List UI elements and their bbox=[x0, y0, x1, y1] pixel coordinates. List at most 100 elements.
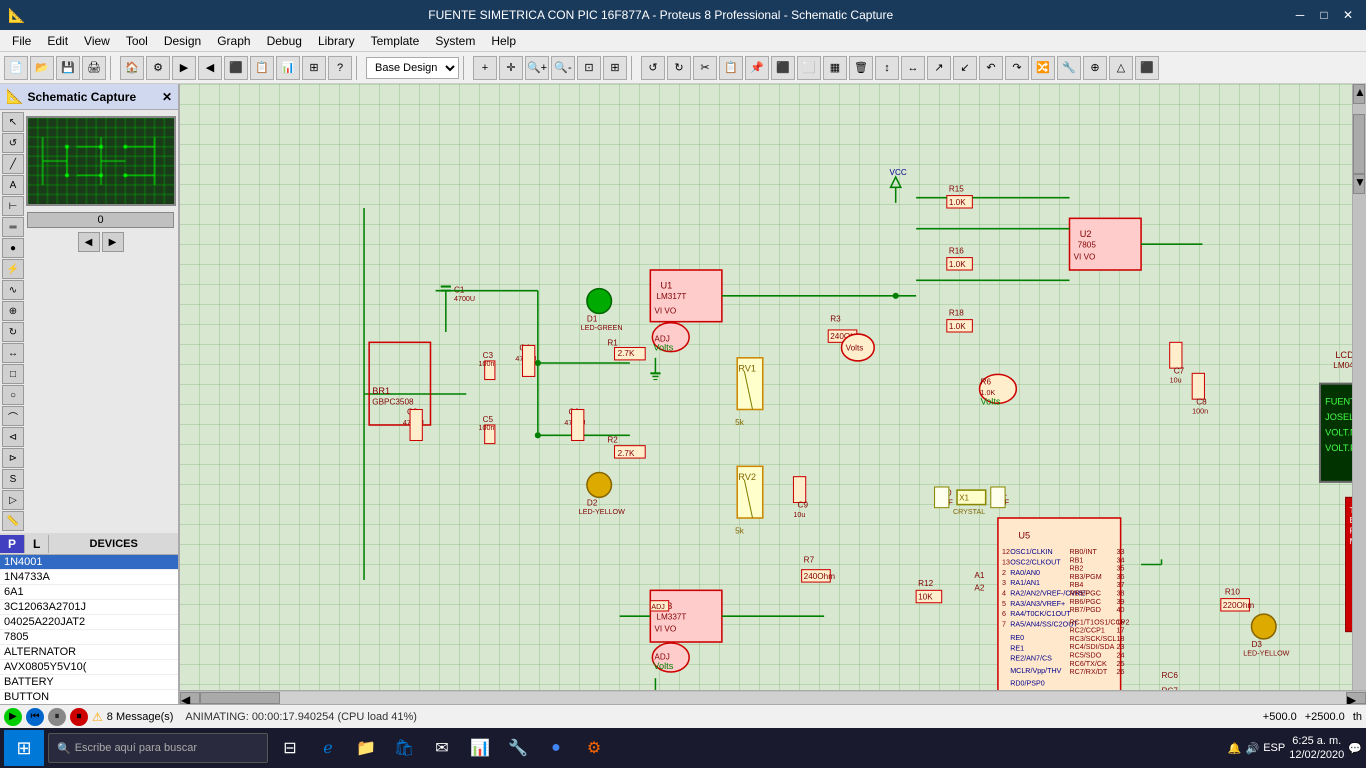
paste-btn11[interactable]: ↷ bbox=[1005, 56, 1029, 80]
minimize-button[interactable]: ─ bbox=[1290, 7, 1310, 23]
mirror-tool[interactable]: ↔ bbox=[2, 343, 24, 363]
paste-btn12[interactable]: 🔀 bbox=[1031, 56, 1055, 80]
pin-tool[interactable]: ⊢ bbox=[2, 196, 24, 216]
undo-tool[interactable]: ↺ bbox=[2, 133, 24, 153]
step-button[interactable]: ⏮ bbox=[26, 708, 44, 726]
menu-debug[interactable]: Debug bbox=[259, 32, 310, 50]
paste-btn3[interactable]: ⬜ bbox=[797, 56, 821, 80]
paste-btn5[interactable]: 🗑 bbox=[849, 56, 873, 80]
pause-button[interactable]: ⏸ bbox=[48, 708, 66, 726]
device-item[interactable]: AVX0805Y5V10( bbox=[0, 660, 178, 675]
nav-left-button[interactable]: ◀ bbox=[78, 232, 100, 252]
box-tool[interactable]: □ bbox=[2, 364, 24, 384]
store-icon[interactable]: 🛍 bbox=[386, 730, 422, 766]
menu-edit[interactable]: Edit bbox=[39, 32, 76, 50]
stop-button[interactable]: ⏹ bbox=[70, 708, 88, 726]
toolbar-btn4[interactable]: ◀ bbox=[198, 56, 222, 80]
app1-icon[interactable]: 📊 bbox=[462, 730, 498, 766]
rotate-tool[interactable]: ↻ bbox=[2, 322, 24, 342]
toolbar-btn3[interactable]: ▶ bbox=[172, 56, 196, 80]
paste-btn15[interactable]: △ bbox=[1109, 56, 1133, 80]
edge-icon[interactable]: ℯ bbox=[310, 730, 346, 766]
cross-button[interactable]: ✛ bbox=[499, 56, 523, 80]
measure-tool[interactable]: 📏 bbox=[2, 511, 24, 531]
script-tool[interactable]: S bbox=[2, 469, 24, 489]
explorer-icon[interactable]: 📁 bbox=[348, 730, 384, 766]
menu-tool[interactable]: Tool bbox=[118, 32, 156, 50]
scroll-up-button[interactable]: ▲ bbox=[1353, 84, 1365, 104]
paste-btn8[interactable]: ↗ bbox=[927, 56, 951, 80]
horizontal-scrollbar[interactable]: ◀ ▶ bbox=[180, 690, 1366, 704]
output-tool[interactable]: ⊳ bbox=[2, 448, 24, 468]
schematic-area[interactable]: BR1 GBPC3508 C1 4700U U1 LM317T VI VO AD… bbox=[180, 84, 1366, 704]
paste-button[interactable]: 📌 bbox=[745, 56, 769, 80]
paste-btn6[interactable]: ↕ bbox=[875, 56, 899, 80]
menu-system[interactable]: System bbox=[427, 32, 483, 50]
arc-tool[interactable]: ⌒ bbox=[2, 406, 24, 426]
scroll-down-button[interactable]: ▼ bbox=[1353, 174, 1365, 194]
zoom-area-button[interactable]: ⊞ bbox=[603, 56, 627, 80]
scroll-thumb[interactable] bbox=[200, 692, 280, 704]
device-item[interactable]: BUTTON bbox=[0, 690, 178, 704]
zoom-fit-button[interactable]: ⊡ bbox=[577, 56, 601, 80]
paste-btn13[interactable]: 🔧 bbox=[1057, 56, 1081, 80]
scroll-track[interactable] bbox=[200, 692, 1346, 704]
virtual-tool[interactable]: ∿ bbox=[2, 280, 24, 300]
select-tool[interactable]: ↖ bbox=[2, 112, 24, 132]
p-tab[interactable]: P bbox=[0, 535, 25, 553]
power-tool[interactable]: ⚡ bbox=[2, 259, 24, 279]
device-item[interactable]: 6A1 bbox=[0, 585, 178, 600]
toolbar-btn5[interactable]: ⬛ bbox=[224, 56, 248, 80]
l-tab[interactable]: L bbox=[25, 535, 49, 553]
app3-icon[interactable]: ⚙ bbox=[576, 730, 612, 766]
maximize-button[interactable]: □ bbox=[1314, 7, 1334, 23]
device-item[interactable]: 1N4733A bbox=[0, 570, 178, 585]
zoom-out-button[interactable]: 🔍- bbox=[551, 56, 575, 80]
device-item[interactable]: ALTERNATOR bbox=[0, 645, 178, 660]
menu-view[interactable]: View bbox=[76, 32, 118, 50]
toolbar-btn2[interactable]: ⚙ bbox=[146, 56, 170, 80]
start-button[interactable]: ⊞ bbox=[4, 730, 44, 766]
toolbar-btn7[interactable]: 📊 bbox=[276, 56, 300, 80]
redo-toolbar-button[interactable]: ↻ bbox=[667, 56, 691, 80]
circle-tool[interactable]: ○ bbox=[2, 385, 24, 405]
menu-template[interactable]: Template bbox=[363, 32, 428, 50]
menu-library[interactable]: Library bbox=[310, 32, 363, 50]
open-button[interactable]: 📂 bbox=[30, 56, 54, 80]
menu-file[interactable]: File bbox=[4, 32, 39, 50]
bus-tool[interactable]: ═ bbox=[2, 217, 24, 237]
paste-btn7[interactable]: ↔ bbox=[901, 56, 925, 80]
chrome-icon[interactable]: ● bbox=[538, 730, 574, 766]
add-button[interactable]: + bbox=[473, 56, 497, 80]
probe-tool[interactable]: ⊕ bbox=[2, 301, 24, 321]
print-button[interactable]: 🖨 bbox=[82, 56, 106, 80]
device-item[interactable]: 3C12063A2701J bbox=[0, 600, 178, 615]
input-tool[interactable]: ⊲ bbox=[2, 427, 24, 447]
paste-btn4[interactable]: ▦ bbox=[823, 56, 847, 80]
vertical-scrollbar[interactable]: ▲ ▼ bbox=[1352, 84, 1366, 690]
home-button[interactable]: 🏠 bbox=[120, 56, 144, 80]
menu-help[interactable]: Help bbox=[483, 32, 524, 50]
design-dropdown[interactable]: Base Design bbox=[366, 57, 459, 79]
device-item[interactable]: 1N4001 bbox=[0, 555, 178, 570]
play-button[interactable]: ▶ bbox=[4, 708, 22, 726]
language-indicator[interactable]: ESP bbox=[1263, 742, 1285, 754]
taskbar-search-box[interactable]: 🔍 Escribe aquí para buscar bbox=[48, 733, 268, 763]
notification-button[interactable]: 💬 bbox=[1348, 742, 1362, 755]
zoom-in-button[interactable]: 🔍+ bbox=[525, 56, 549, 80]
copy-button[interactable]: 📋 bbox=[719, 56, 743, 80]
app2-icon[interactable]: 🔧 bbox=[500, 730, 536, 766]
device-list[interactable]: 1N40011N4733A6A13C12063A2701J04025A220JA… bbox=[0, 555, 178, 704]
taskview-button[interactable]: ⊟ bbox=[272, 730, 308, 766]
scroll-vthumb[interactable] bbox=[1353, 114, 1365, 174]
close-button[interactable]: ✕ bbox=[1338, 7, 1358, 23]
wire-tool[interactable]: ╱ bbox=[2, 154, 24, 174]
device-item[interactable]: 04025A220JAT2 bbox=[0, 615, 178, 630]
scroll-right-button[interactable]: ▶ bbox=[1346, 692, 1366, 704]
device-item[interactable]: BATTERY bbox=[0, 675, 178, 690]
nav-right-button[interactable]: ▶ bbox=[102, 232, 124, 252]
paste-btn10[interactable]: ↶ bbox=[979, 56, 1003, 80]
mail-icon[interactable]: ✉ bbox=[424, 730, 460, 766]
menu-graph[interactable]: Graph bbox=[209, 32, 258, 50]
menu-design[interactable]: Design bbox=[156, 32, 209, 50]
